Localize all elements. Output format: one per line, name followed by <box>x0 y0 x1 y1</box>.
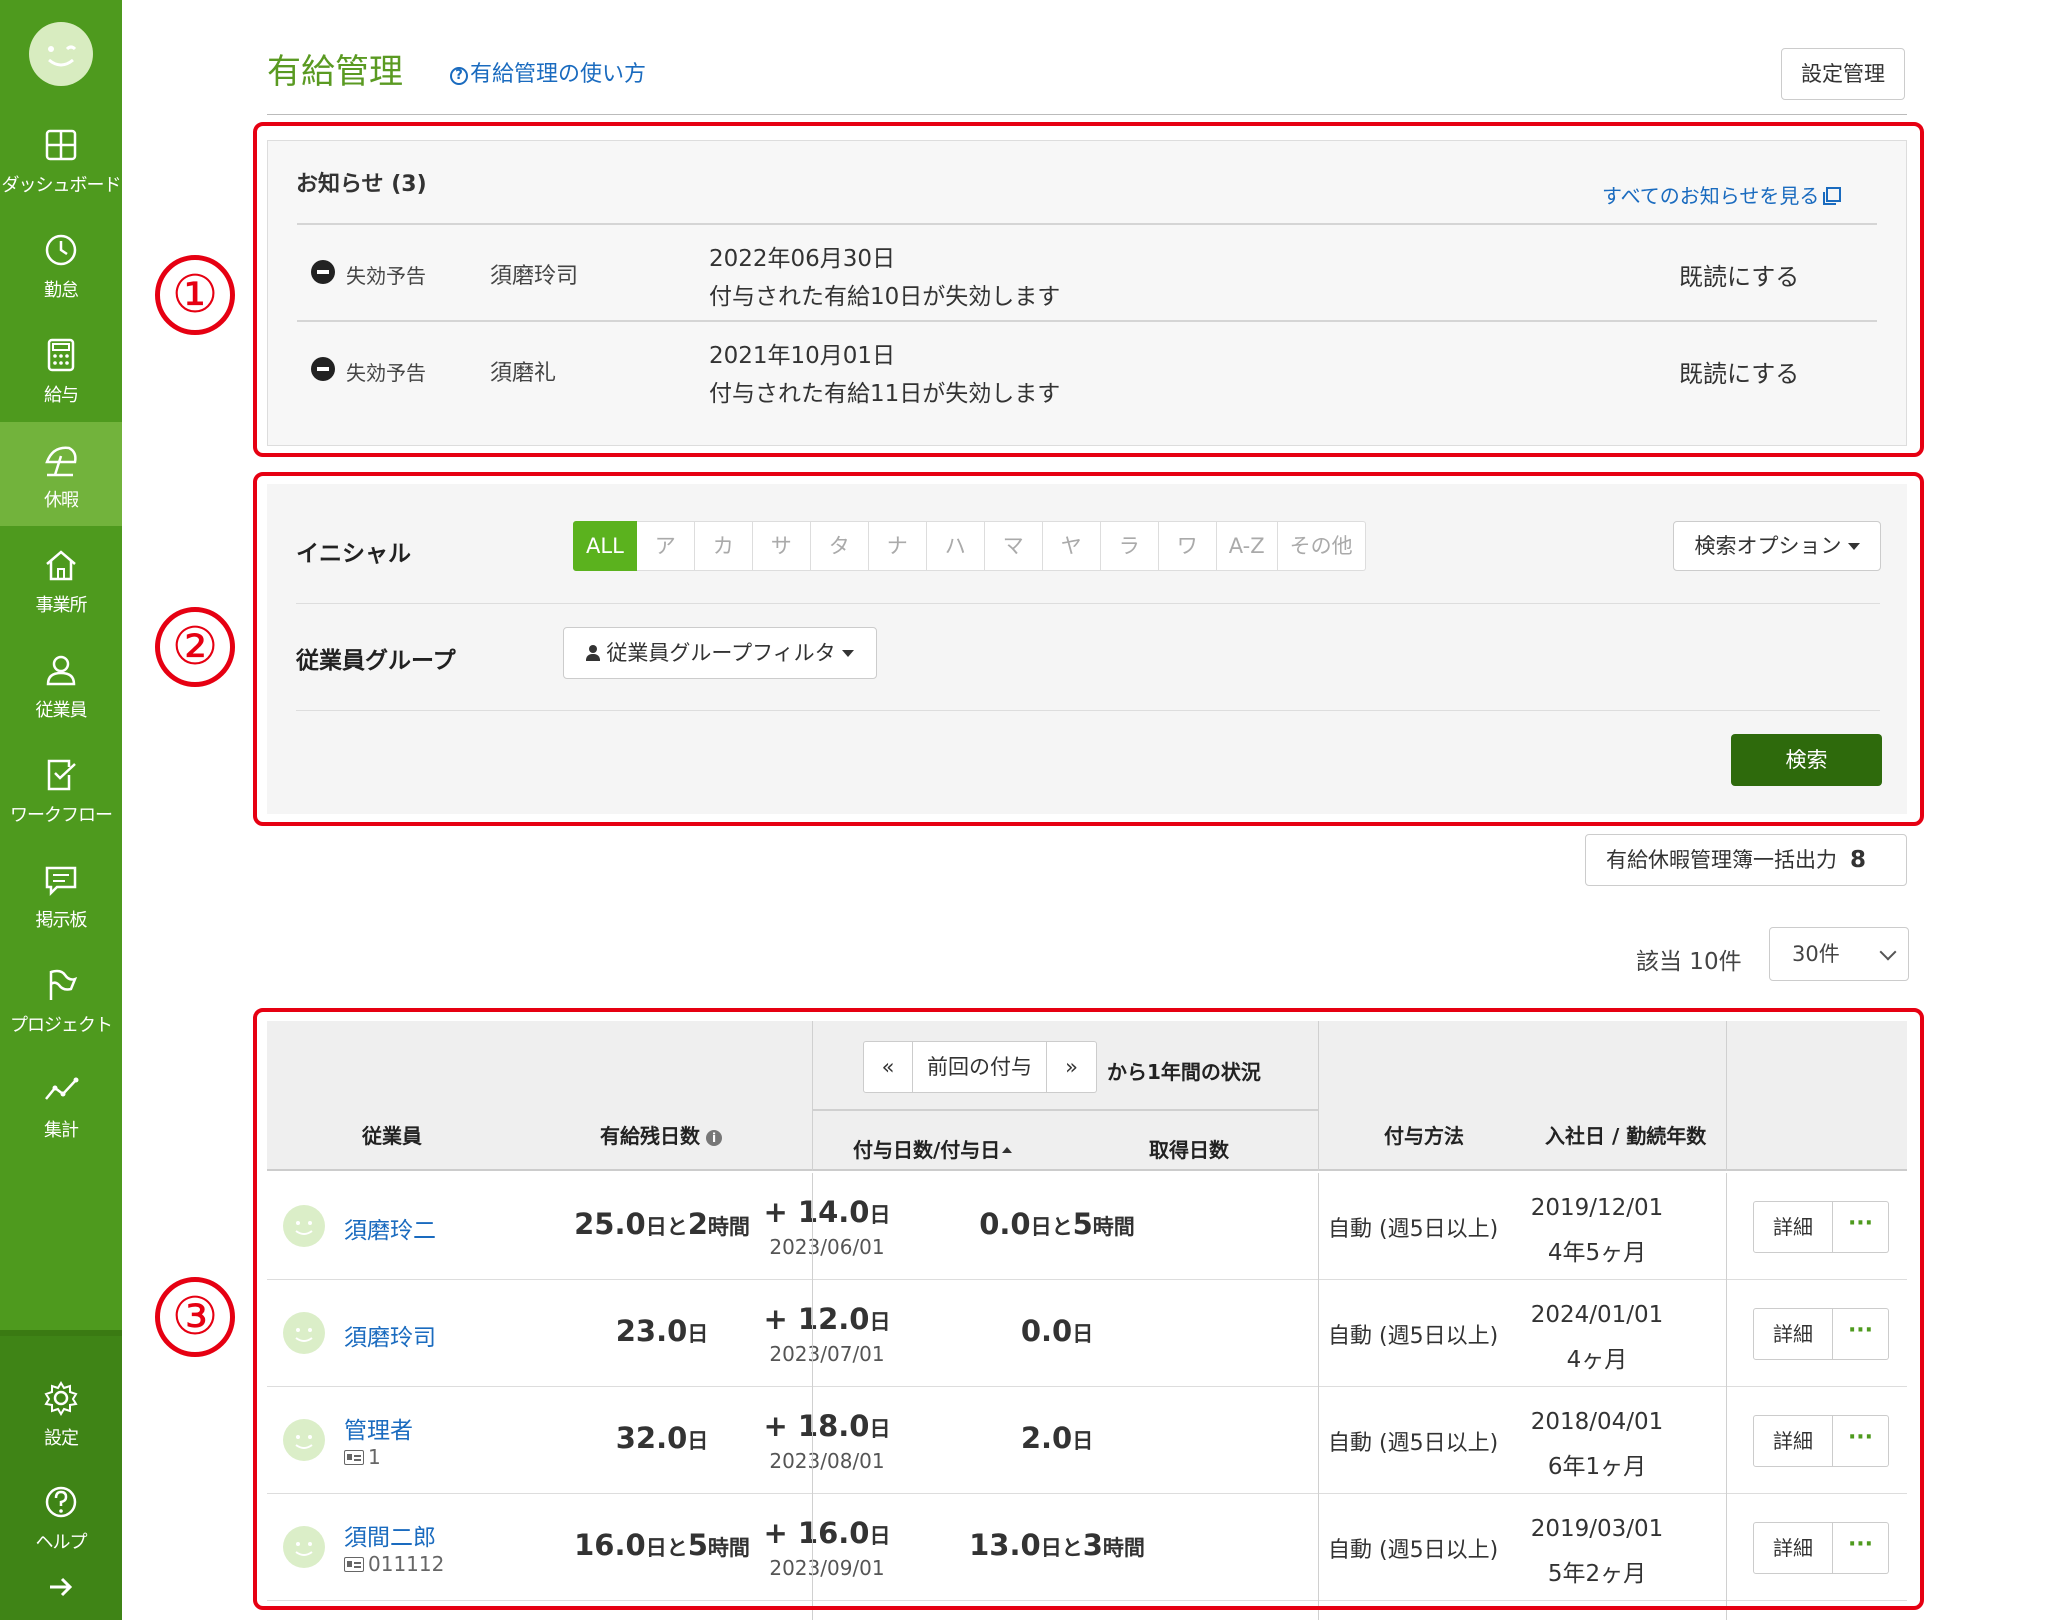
sidebar-item-label: 設定 <box>44 1428 79 1449</box>
help-icon <box>45 1486 77 1518</box>
sidebar-item-project[interactable]: プロジェクト <box>0 947 122 1051</box>
sidebar-item-label: ダッシュボード <box>1 175 122 196</box>
sidebar-item-label: プロジェクト <box>10 1015 113 1036</box>
sidebar-item-help[interactable]: ヘルプ <box>0 1464 122 1568</box>
sidebar: ダッシュボード 勤怠 給与 休暇 事業所 従業員 ワークフロー 掲示板 プロジェ… <box>0 0 122 1620</box>
sidebar-item-label: 休暇 <box>44 490 79 511</box>
settings-management-button[interactable]: 設定管理 <box>1781 48 1905 100</box>
sidebar-item-label: 掲示板 <box>35 910 88 931</box>
sidebar-item-label: 事業所 <box>35 595 88 616</box>
chat-icon <box>45 866 77 897</box>
sidebar-item-label: 従業員 <box>35 700 88 721</box>
gear-icon <box>44 1381 78 1416</box>
sidebar-item-workflow[interactable]: ワークフロー <box>0 737 122 841</box>
home-icon <box>46 550 76 581</box>
line-chart-icon <box>45 1077 79 1100</box>
sidebar-item-reports[interactable]: 集計 <box>0 1052 122 1156</box>
arrow-right-icon[interactable] <box>48 1575 74 1599</box>
grid-icon <box>45 129 77 161</box>
annotation-box-2 <box>253 472 1924 826</box>
check-doc-icon <box>47 759 76 791</box>
header-divider <box>267 114 1907 115</box>
sidebar-item-dashboard[interactable]: ダッシュボード <box>0 107 122 211</box>
help-link-label: 有給管理の使い方 <box>470 62 647 87</box>
help-link[interactable]: ? 有給管理の使い方 <box>450 56 646 88</box>
calculator-icon <box>47 338 75 372</box>
sidebar-item-payroll[interactable]: 給与 <box>0 317 122 421</box>
result-count: 該当 10件 <box>1636 949 1742 975</box>
sidebar-item-employees[interactable]: 従業員 <box>0 632 122 736</box>
annotation-box-3 <box>253 1008 1924 1610</box>
sidebar-item-leave[interactable]: 休暇 <box>0 422 122 526</box>
person-icon <box>46 655 76 686</box>
page-title: 有給管理 <box>267 52 403 92</box>
annotation-number-1: ① <box>155 255 235 335</box>
annotation-number-3: ③ <box>155 1277 235 1357</box>
question-icon: ? <box>450 67 468 85</box>
export-label: 有給休暇管理簿一括出力 <box>1606 848 1837 872</box>
export-count: 8 <box>1849 847 1866 873</box>
sidebar-item-bulletin[interactable]: 掲示板 <box>0 842 122 946</box>
per-page-select[interactable]: 30件 <box>1769 927 1909 981</box>
clock-icon <box>45 234 77 266</box>
bulk-export-button[interactable]: 有給休暇管理簿一括出力 8 <box>1585 834 1907 886</box>
annotation-number-2: ② <box>155 607 235 687</box>
annotation-box-1 <box>253 122 1924 457</box>
sidebar-item-label: 給与 <box>44 385 79 406</box>
sidebar-item-label: 勤怠 <box>44 280 79 301</box>
sidebar-item-settings[interactable]: 設定 <box>0 1360 122 1464</box>
sidebar-item-label: ヘルプ <box>35 1532 88 1553</box>
per-page-value: 30件 <box>1792 942 1840 966</box>
logo-avatar-icon[interactable] <box>29 22 93 86</box>
umbrella-icon <box>45 446 77 477</box>
flag-icon <box>49 969 78 1000</box>
sidebar-item-office[interactable]: 事業所 <box>0 527 122 631</box>
sidebar-item-attendance[interactable]: 勤怠 <box>0 212 122 316</box>
sidebar-item-label: ワークフロー <box>10 805 113 826</box>
sidebar-item-label: 集計 <box>44 1120 79 1141</box>
chevron-down-icon <box>1879 943 1897 961</box>
